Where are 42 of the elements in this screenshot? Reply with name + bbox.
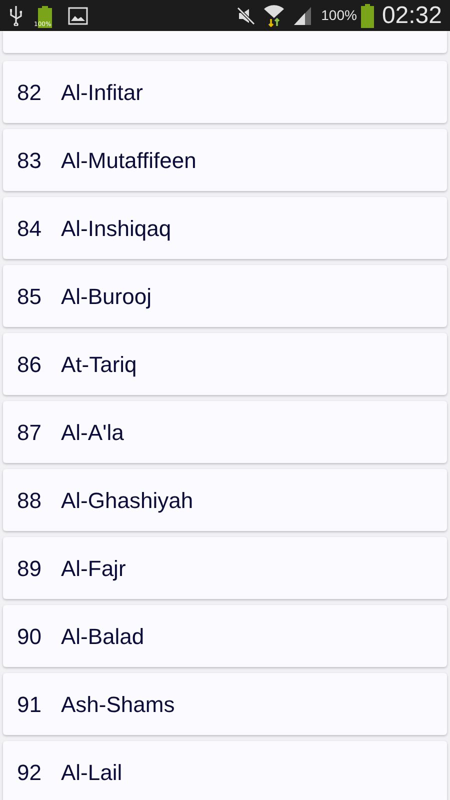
list-item[interactable]: [3, 31, 447, 53]
surah-number: 87: [17, 418, 42, 446]
usb-icon: [10, 6, 22, 26]
signal-icon: [293, 6, 314, 26]
surah-list-item[interactable]: 92 Al-Lail: [3, 741, 447, 800]
surah-list-item[interactable]: 82 Al-Infitar: [3, 61, 447, 123]
surah-number: 85: [17, 282, 42, 310]
surah-list-item[interactable]: 83 Al-Mutaffifeen: [3, 129, 447, 191]
picture-icon: [68, 6, 88, 24]
battery-percentage: 100%: [321, 6, 357, 25]
surah-name: At-Tariq: [61, 350, 137, 379]
surah-list-item[interactable]: 87 Al-A'la: [3, 401, 447, 463]
mute-icon: [237, 6, 256, 24]
clock: 02:32: [382, 4, 442, 28]
surah-list-item[interactable]: 91 Ash-Shams: [3, 673, 447, 735]
surah-name: Al-Infitar: [61, 78, 143, 106]
surah-number: 91: [17, 690, 42, 718]
surah-list-item[interactable]: 85 Al-Burooj: [3, 265, 447, 327]
surah-list-item[interactable]: 86 At-Tariq: [3, 333, 447, 395]
surah-name: Al-Burooj: [61, 282, 152, 311]
surah-name: Al-Mutaffifeen: [61, 146, 196, 174]
surah-name: Al-Balad: [61, 622, 144, 650]
surah-list-item[interactable]: 90 Al-Balad: [3, 605, 447, 667]
surah-number: 84: [17, 214, 42, 242]
surah-list-item[interactable]: 84 Al-Inshiqaq: [3, 197, 447, 259]
surah-number: 92: [17, 758, 42, 786]
surah-number: 86: [17, 350, 42, 378]
surah-name: Al-Ghashiyah: [61, 486, 194, 515]
surah-list-item[interactable]: 88 Al-Ghashiyah: [3, 469, 447, 531]
surah-list-item[interactable]: 89 Al-Fajr: [3, 537, 447, 599]
battery-icon: [360, 4, 374, 28]
surah-name: Ash-Shams: [61, 690, 175, 718]
surah-number: 83: [17, 146, 42, 174]
surah-number: 89: [17, 554, 42, 582]
surah-number: 82: [17, 78, 42, 106]
surah-number: 90: [17, 622, 42, 650]
surah-name: Al-Lail: [61, 758, 122, 786]
wifi-icon: [263, 4, 286, 26]
surah-name: Al-A'la: [61, 418, 124, 446]
surah-number: 88: [17, 486, 42, 514]
surah-name: Al-Inshiqaq: [61, 214, 172, 243]
surah-name: Al-Fajr: [61, 554, 126, 583]
